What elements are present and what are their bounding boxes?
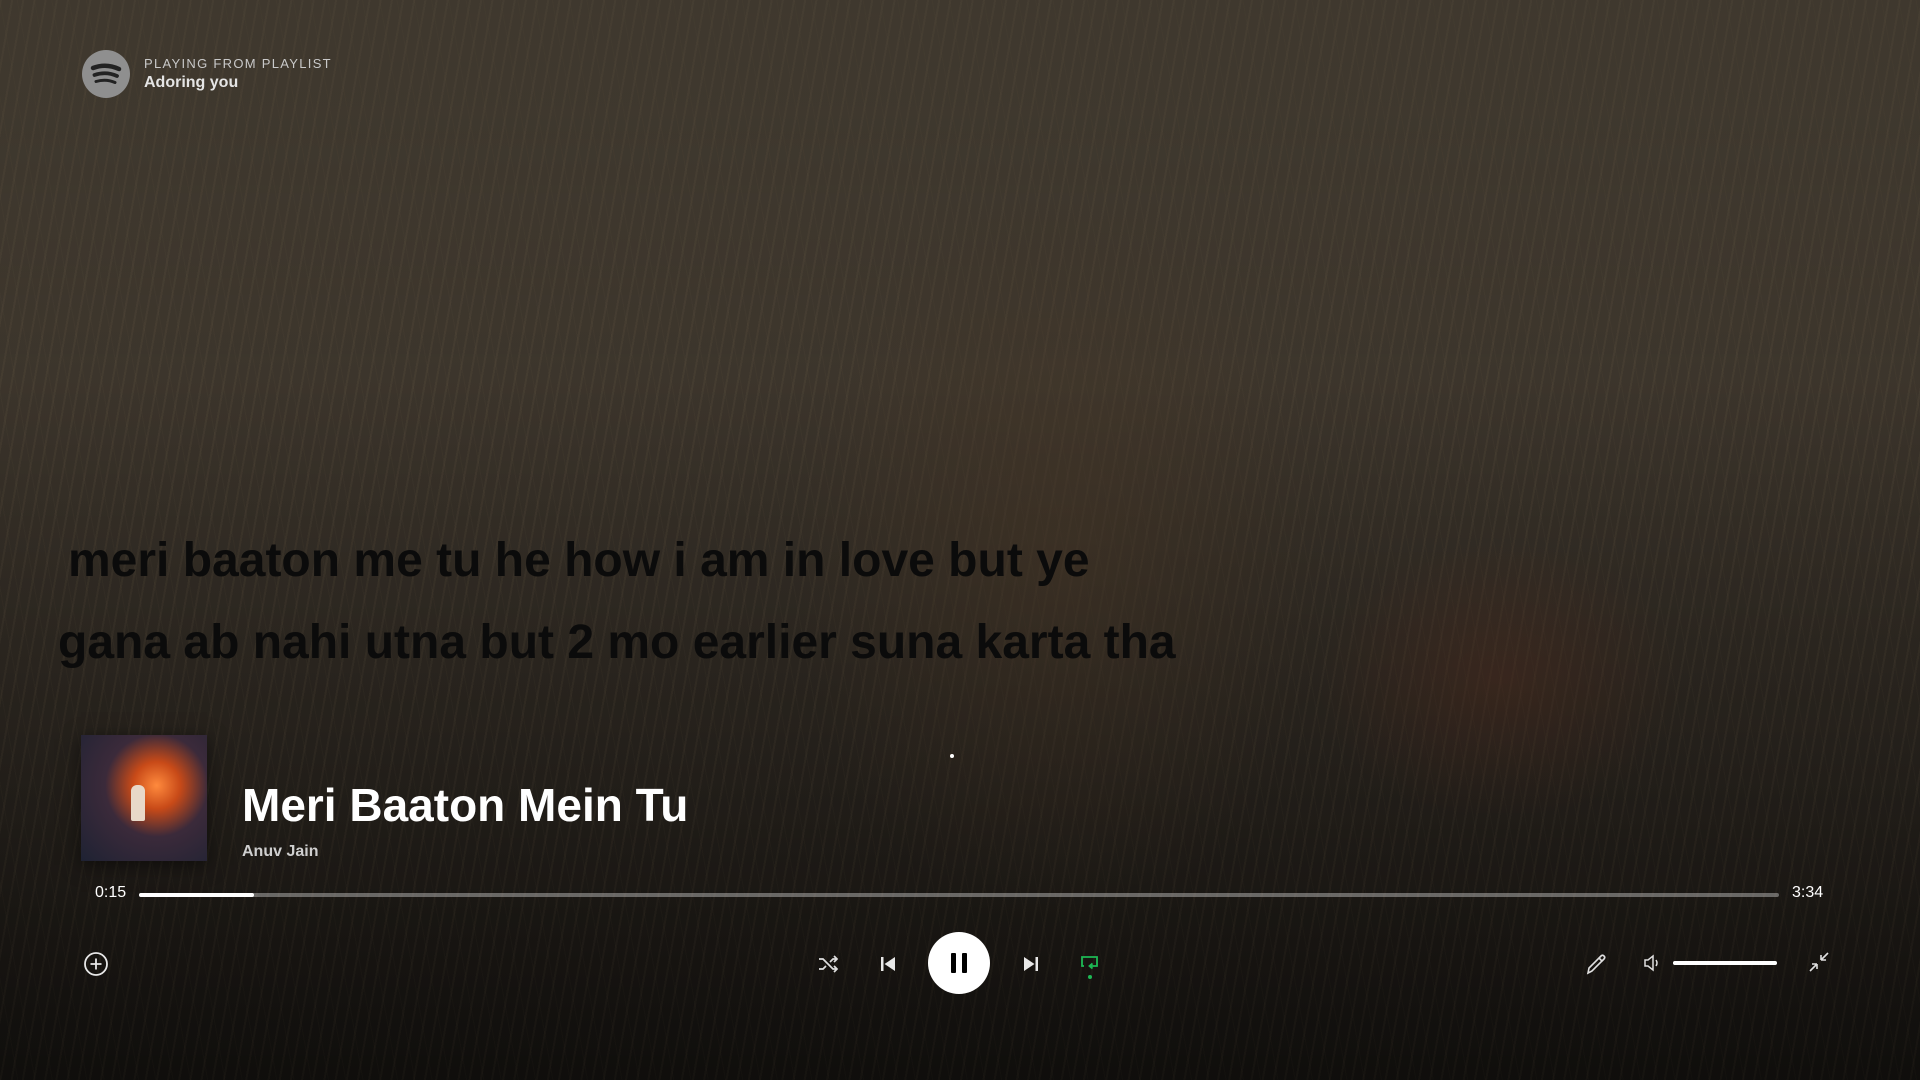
track-title[interactable]: Meri Baaton Mein Tu [242,778,688,832]
progress-fill [139,893,254,897]
lyrics-line: meri baaton me tu he how i am in love bu… [68,534,1090,587]
lyrics-panel: meri baaton me tu he how i am in love bu… [58,520,1176,684]
link-icon[interactable] [1582,950,1610,978]
context-label: PLAYING FROM PLAYLIST [144,56,332,71]
plus-circle-icon[interactable] [82,950,110,978]
now-playing-context: PLAYING FROM PLAYLIST Adoring you [82,50,332,98]
album-art[interactable] [81,735,207,861]
shuffle-icon[interactable] [815,951,841,977]
collapse-icon[interactable] [1806,949,1832,975]
context-text: PLAYING FROM PLAYLIST Adoring you [144,56,332,92]
repeat-icon[interactable] [1077,949,1103,983]
album-art-figure [131,785,145,821]
track-artist[interactable]: Anuv Jain [242,843,318,861]
repeat-active-dot [1088,975,1092,979]
decorative-dot [950,754,954,758]
pause-icon [951,953,956,973]
volume-icon[interactable] [1642,952,1664,974]
pause-button[interactable] [928,932,990,994]
volume-fill [1673,961,1777,965]
spotify-icon[interactable] [82,50,130,98]
skip-previous-icon[interactable] [875,951,901,977]
playlist-name[interactable]: Adoring you [144,74,332,92]
duration: 3:34 [1792,884,1824,901]
current-time: 0:15 [95,884,127,901]
lyrics-line: gana ab nahi utna but 2 mo earlier suna … [58,616,1176,669]
progress-bar[interactable] [139,893,1779,897]
skip-next-icon[interactable] [1018,951,1044,977]
volume-slider[interactable] [1673,961,1777,965]
